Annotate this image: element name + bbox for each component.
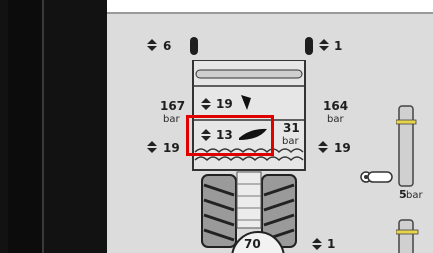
right-bottom-pressure: 1: [327, 237, 336, 251]
hydraulic-cylinder-icon: [396, 105, 417, 187]
drop-icon: [241, 95, 251, 110]
pressure-arrows-icon: [312, 238, 322, 250]
left-bar-unit: bar: [163, 114, 180, 125]
center-upper-value: 19: [216, 97, 233, 111]
hydraulic-cylinder-icon: [396, 219, 419, 253]
speed-value: 70: [244, 237, 261, 251]
inner-bar-unit: bar: [282, 136, 299, 147]
belt-drive-icon: [360, 171, 393, 183]
top-divider: [107, 12, 433, 14]
pressure-arrows-icon: [318, 141, 328, 153]
selected-highlight: [186, 115, 274, 156]
pressure-arrows-icon: [319, 39, 329, 51]
right-top-pressure: 1: [334, 39, 343, 53]
left-bar-value: 167: [160, 99, 186, 113]
device-bezel: [0, 0, 107, 253]
right-marker-icon: [305, 37, 313, 55]
right-bar-unit: bar: [327, 114, 344, 125]
left-top-pressure: 6: [163, 39, 172, 53]
bezel-edge: [8, 0, 44, 253]
inner-bar-value: 31: [283, 121, 300, 135]
left-mid-pressure: 19: [163, 141, 180, 155]
right-mid-pressure: 19: [334, 141, 351, 155]
right-bar-value: 164: [323, 99, 349, 113]
pressure-arrows-icon: [201, 98, 211, 110]
pressure-arrows-icon: [147, 39, 157, 51]
aux-bar-unit: bar: [406, 190, 423, 201]
left-marker-icon: [190, 37, 198, 55]
pressure-arrows-icon: [147, 141, 157, 153]
machine-display: 6 1 19 13 167 bar 19 31 bar 164 bar 19 5…: [0, 0, 433, 253]
